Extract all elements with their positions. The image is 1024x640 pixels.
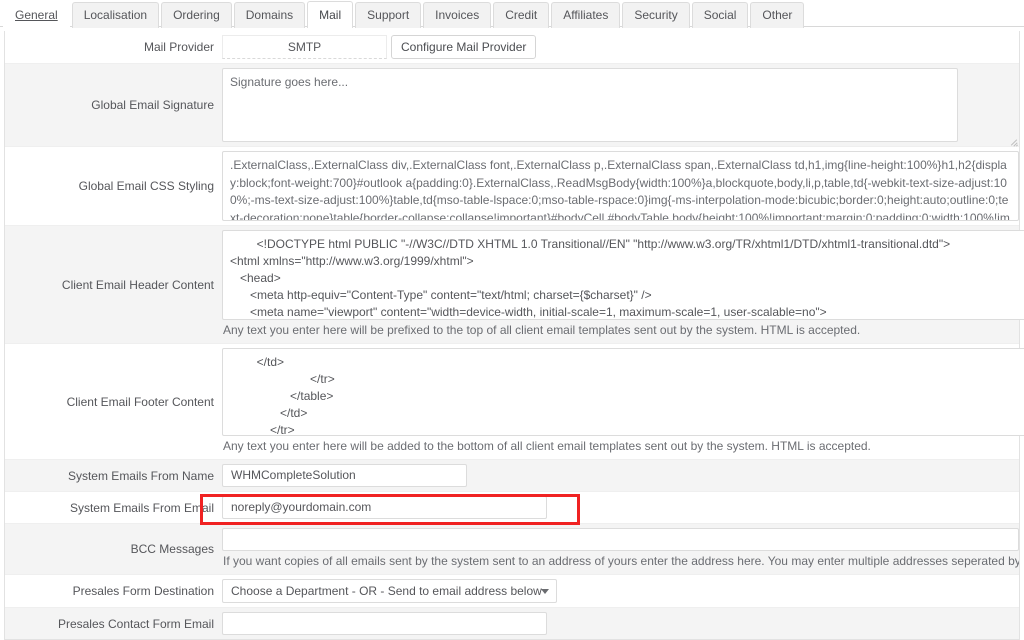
label-client-email-footer: Client Email Footer Content	[66, 394, 214, 409]
label-global-email-signature: Global Email Signature	[91, 98, 214, 112]
row-global-email-css: Global Email CSS Styling .ExternalClass,…	[5, 147, 1019, 226]
tab-domains[interactable]: Domains	[233, 2, 306, 28]
row-system-emails-from-email: System Emails From Email	[5, 492, 1019, 524]
field-presales-form-destination: Choose a Department - OR - Send to email…	[222, 575, 1019, 607]
tab-other[interactable]: Other	[750, 2, 805, 28]
field-mail-provider: SMTP Configure Mail Provider	[222, 31, 1019, 63]
system-emails-from-name-input[interactable]	[222, 464, 467, 487]
tab-affiliates[interactable]: Affiliates	[551, 2, 621, 28]
mail-settings-form: Mail Provider SMTP Configure Mail Provid…	[4, 31, 1024, 640]
row-presales-contact-form-email: Presales Contact Form Email	[5, 608, 1019, 639]
label-global-email-css: Global Email CSS Styling	[78, 179, 214, 193]
chevron-down-icon	[541, 589, 549, 594]
label-presales-contact-form-email: Presales Contact Form Email	[57, 616, 214, 631]
bcc-messages-input[interactable]	[222, 528, 1019, 551]
field-client-email-footer: </td> </tr> </table> </td> </tr> Any tex…	[222, 344, 1024, 459]
mail-provider-value[interactable]: SMTP	[222, 35, 387, 59]
label-system-emails-from-name: System Emails From Name	[67, 468, 214, 483]
client-email-header-textarea[interactable]: <!DOCTYPE html PUBLIC "-//W3C//DTD XHTML…	[222, 230, 1024, 320]
tab-social[interactable]: Social	[691, 2, 749, 28]
presales-contact-form-email-input[interactable]	[222, 612, 547, 635]
global-email-signature-textarea[interactable]: Signature goes here...	[222, 68, 958, 142]
tab-mail[interactable]: Mail	[307, 1, 354, 28]
row-client-email-footer: Client Email Footer Content </td> </tr> …	[5, 344, 1024, 460]
client-email-footer-textarea[interactable]: </td> </tr> </table> </td> </tr>	[222, 348, 1024, 436]
field-global-email-css: .ExternalClass,.ExternalClass div,.Exter…	[222, 147, 1019, 225]
field-client-email-header: <!DOCTYPE html PUBLIC "-//W3C//DTD XHTML…	[222, 226, 1024, 343]
tab-credit[interactable]: Credit	[493, 2, 550, 28]
help-bcc-messages: If you want copies of all emails sent by…	[223, 554, 1019, 568]
tab-general[interactable]: General	[3, 2, 70, 28]
label-presales-form-destination: Presales Form Destination	[72, 584, 214, 598]
resize-handle-icon[interactable]	[1007, 134, 1019, 147]
label-system-emails-from-email: System Emails From Email	[69, 500, 214, 515]
row-presales-form-destination: Presales Form Destination Choose a Depar…	[5, 575, 1019, 608]
label-mail-provider: Mail Provider	[143, 40, 214, 54]
field-system-emails-from-email	[222, 492, 1019, 523]
settings-tab-bar: General Localisation Ordering Domains Mail Su…	[0, 0, 1024, 28]
presales-form-destination-value: Choose a Department - OR - Send to email…	[231, 584, 542, 598]
tab-security[interactable]: Security	[622, 2, 690, 28]
field-system-emails-from-name	[222, 460, 1019, 491]
global-email-css-textarea[interactable]: .ExternalClass,.ExternalClass div,.Exter…	[222, 151, 1019, 221]
tab-invoices[interactable]: Invoices	[423, 2, 492, 28]
configure-mail-provider-button[interactable]: Configure Mail Provider	[391, 35, 537, 59]
field-bcc-messages: If you want copies of all emails sent by…	[222, 524, 1019, 574]
help-client-email-header: Any text you enter here will be prefixed…	[223, 323, 861, 337]
system-emails-from-email-input[interactable]	[222, 496, 547, 519]
presales-form-destination-select[interactable]: Choose a Department - OR - Send to email…	[222, 579, 557, 603]
row-system-emails-from-name: System Emails From Name	[5, 460, 1019, 492]
label-client-email-header: Client Email Header Content	[61, 277, 214, 292]
help-client-email-footer: Any text you enter here will be added to…	[223, 439, 871, 453]
field-presales-contact-form-email	[222, 608, 1019, 639]
row-mail-provider: Mail Provider SMTP Configure Mail Provid…	[5, 31, 1019, 64]
label-bcc-messages: BCC Messages	[130, 542, 214, 556]
field-global-email-signature: Signature goes here...	[222, 64, 1019, 147]
tab-ordering[interactable]: Ordering	[161, 2, 232, 28]
tab-support[interactable]: Support	[355, 2, 422, 28]
tab-localisation[interactable]: Localisation	[71, 2, 160, 28]
row-bcc-messages: BCC Messages If you want copies of all e…	[5, 524, 1019, 575]
row-global-email-signature: Global Email Signature Signature goes he…	[5, 64, 1019, 147]
row-client-email-header: Client Email Header Content <!DOCTYPE ht…	[5, 226, 1024, 344]
